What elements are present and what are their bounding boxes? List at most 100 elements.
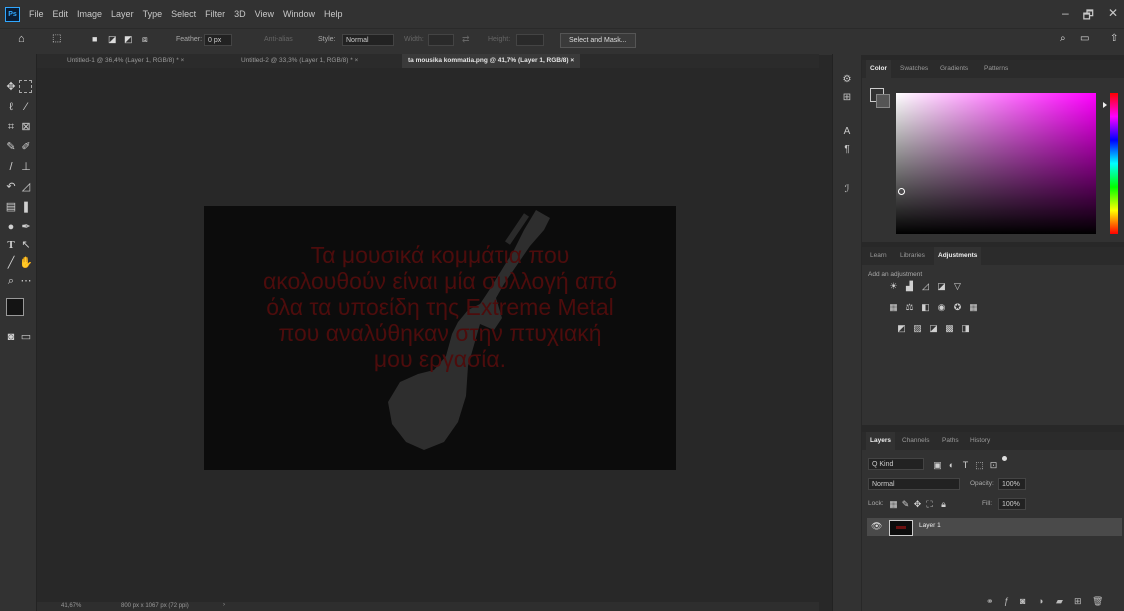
menu-type[interactable]: Type <box>143 9 163 19</box>
blend-mode-select[interactable]: Normal <box>868 478 960 490</box>
close-window-icon[interactable]: ✕ <box>1108 6 1118 27</box>
workspace-icon[interactable]: ▭ <box>1080 33 1089 44</box>
photo-filter-icon[interactable]: ◉ <box>936 302 947 312</box>
hue-slider[interactable] <box>1110 93 1118 234</box>
lasso-tool-icon[interactable]: ℓ <box>4 100 18 114</box>
tab-history[interactable]: History <box>966 432 994 450</box>
gradient-tool-icon[interactable]: ▤ <box>4 200 18 214</box>
menu-filter[interactable]: Filter <box>205 9 225 19</box>
properties-icon[interactable]: ⚙ <box>841 74 853 86</box>
paragraph-icon[interactable]: ¶ <box>841 144 853 156</box>
menu-layer[interactable]: Layer <box>111 9 134 19</box>
menu-help[interactable]: Help <box>324 9 343 19</box>
tab-untitled-2[interactable]: Untitled-2 @ 33,3% (Layer 1, RGB/8) * × <box>235 54 364 68</box>
status-arrow-icon[interactable]: › <box>223 602 225 608</box>
layer-row[interactable]: 👁︎ Layer 1 <box>867 518 1122 536</box>
invert-icon[interactable]: ◩ <box>896 323 907 333</box>
move-tool-icon[interactable]: ✥ <box>4 80 18 94</box>
select-and-mask-button[interactable]: Select and Mask... <box>560 33 636 48</box>
character-icon[interactable]: A <box>841 126 853 138</box>
adjust-icon[interactable]: ⊞ <box>841 92 853 104</box>
link-layers-icon[interactable]: ⚭ <box>986 596 994 607</box>
black-white-icon[interactable]: ◧ <box>920 302 931 312</box>
foreground-color-swatch[interactable] <box>6 298 24 316</box>
type-tool-icon[interactable]: T <box>4 238 18 252</box>
subtract-selection-icon[interactable]: ◩ <box>124 34 133 45</box>
lock-image-icon[interactable]: ✎ <box>900 499 911 509</box>
marquee-tool-preset-icon[interactable]: ⬚ <box>52 33 61 44</box>
search-icon[interactable]: ⌕ <box>1060 33 1066 44</box>
zoom-level[interactable]: 41,67% <box>61 603 81 609</box>
curves-icon[interactable]: ◿ <box>920 281 931 291</box>
exposure-icon[interactable]: ◪ <box>936 281 947 291</box>
menu-window[interactable]: Window <box>283 9 315 19</box>
intersect-selection-icon[interactable]: ⧈ <box>142 34 148 45</box>
lock-position-icon[interactable]: ✥ <box>912 499 923 509</box>
shape-filter-icon[interactable]: ⬚ <box>974 460 985 470</box>
vibrance-icon[interactable]: ▽ <box>952 281 963 291</box>
gradient-map-icon[interactable]: ▩ <box>944 323 955 333</box>
adjustment-filter-icon[interactable]: ◐ <box>946 460 957 470</box>
screen-mode-icon[interactable]: ▭ <box>19 330 33 344</box>
lock-artboard-icon[interactable]: ⛶ <box>924 499 935 509</box>
width-input[interactable] <box>428 34 454 46</box>
height-input[interactable] <box>516 34 544 46</box>
lock-all-icon[interactable]: 🔒︎ <box>938 499 949 509</box>
eraser-tool-icon[interactable]: ◿ <box>19 180 33 194</box>
fill-input[interactable]: 100% <box>998 498 1026 510</box>
levels-icon[interactable]: ▟ <box>904 281 915 291</box>
blur-tool-icon[interactable]: ❚ <box>19 200 33 214</box>
clone-stamp-tool-icon[interactable]: ⊥ <box>19 160 33 174</box>
tab-libraries[interactable]: Libraries <box>896 247 929 265</box>
hue-slider-marker[interactable] <box>1103 102 1107 108</box>
menu-file[interactable]: File <box>29 9 44 19</box>
menu-select[interactable]: Select <box>171 9 196 19</box>
glyphs-icon[interactable]: ℐ <box>841 184 853 196</box>
healing-brush-tool-icon[interactable]: ✐ <box>19 140 33 154</box>
layer-name[interactable]: Layer 1 <box>919 522 941 529</box>
color-balance-icon[interactable]: ⚖ <box>904 302 915 312</box>
tab-close-icon[interactable]: × <box>570 57 574 64</box>
crop-tool-icon[interactable]: ⌗ <box>4 120 18 134</box>
restore-icon[interactable]: 🗗 <box>1083 6 1094 27</box>
tab-ta-mousika-kommatia[interactable]: ta mousika kommatia.png @ 41,7% (Layer 1… <box>402 54 581 68</box>
layer-style-icon[interactable]: ƒ <box>1004 596 1009 606</box>
tab-layers[interactable]: Layers <box>866 432 895 450</box>
new-group-icon[interactable]: ▰ <box>1056 596 1063 607</box>
tab-learn[interactable]: Learn <box>866 247 891 265</box>
new-selection-icon[interactable]: ■ <box>92 34 97 44</box>
color-lookup-icon[interactable]: ▦ <box>968 302 979 312</box>
background-swatch-icon[interactable] <box>876 94 890 108</box>
opacity-input[interactable]: 100% <box>998 478 1026 490</box>
menu-view[interactable]: View <box>255 9 274 19</box>
menu-3d[interactable]: 3D <box>234 9 246 19</box>
hue-saturation-icon[interactable]: ▦ <box>888 302 899 312</box>
lock-transparent-icon[interactable]: ▦ <box>888 499 899 509</box>
new-layer-icon[interactable]: ⊞ <box>1074 596 1082 607</box>
zoom-tool-icon[interactable]: ⌕ <box>4 274 18 288</box>
color-picker-field[interactable] <box>896 93 1096 234</box>
threshold-icon[interactable]: ◪ <box>928 323 939 333</box>
magic-wand-tool-icon[interactable]: ⁄ <box>19 100 33 114</box>
quick-mask-icon[interactable]: ◙ <box>4 330 18 344</box>
channel-mixer-icon[interactable]: ✪ <box>952 302 963 312</box>
pen-tool-icon[interactable]: ✒ <box>19 220 33 234</box>
layer-visibility-eye-icon[interactable]: 👁︎ <box>871 521 882 532</box>
smart-object-filter-icon[interactable]: ⊡ <box>988 460 999 470</box>
posterize-icon[interactable]: ▨ <box>912 323 923 333</box>
layer-kind-filter[interactable]: Q Kind <box>868 458 924 470</box>
tab-swatches[interactable]: Swatches <box>896 60 932 78</box>
antialias-checkbox[interactable]: Anti-alias <box>264 36 293 43</box>
minimize-icon[interactable]: – <box>1062 6 1069 27</box>
rect-marquee-tool-icon[interactable] <box>19 80 32 93</box>
tab-color[interactable]: Color <box>866 60 891 78</box>
eyedropper-tool-icon[interactable]: ✎ <box>4 140 18 154</box>
feather-input[interactable]: 0 px <box>204 34 232 46</box>
type-filter-icon[interactable]: T <box>960 460 971 470</box>
tab-channels[interactable]: Channels <box>898 432 933 450</box>
document-canvas[interactable]: Τα μουσικά κομμάτια που ακολουθούν είναι… <box>204 206 676 470</box>
more-tools-icon[interactable]: ⋯ <box>19 274 33 288</box>
pixel-filter-icon[interactable]: ▣ <box>932 460 943 470</box>
tab-close-icon[interactable]: × <box>181 57 185 64</box>
tab-close-icon[interactable]: × <box>355 57 359 64</box>
